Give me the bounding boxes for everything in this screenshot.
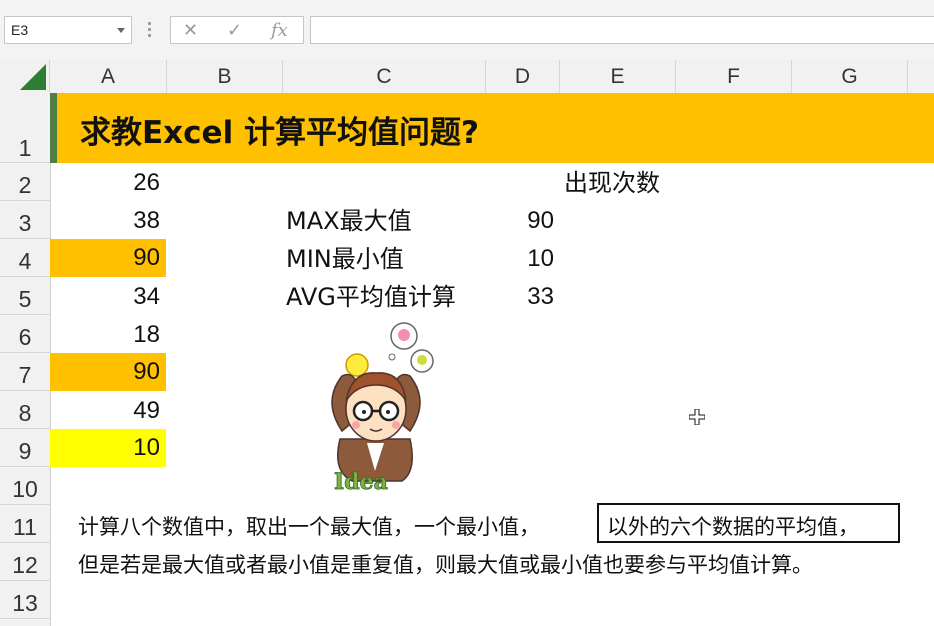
cell-a2[interactable]: 26 [50, 165, 166, 201]
cell-c5[interactable]: AVG平均值计算 [286, 279, 456, 315]
select-all-button[interactable] [0, 60, 50, 93]
title-accent-bar [50, 93, 57, 163]
row-header-2[interactable]: 2 [0, 163, 50, 201]
column-header-f[interactable]: F [676, 60, 792, 93]
cell-a12-note[interactable]: 但是若是最大值或者最小值是重复值，则最大值或最小值也要参与平均值计算。 [78, 549, 813, 579]
column-header-e[interactable]: E [560, 60, 676, 93]
cell-a9[interactable]: 10 [50, 429, 166, 467]
row-header-3[interactable]: 3 [0, 201, 50, 239]
idea-word: Idea [334, 469, 388, 495]
cell-a6[interactable]: 18 [50, 317, 166, 353]
name-box-value: E3 [11, 22, 29, 38]
thinking-person-icon: Idea [331, 322, 434, 495]
select-all-icon [20, 64, 46, 90]
formula-buttons: ✕ ✓ fx [170, 16, 304, 44]
insert-function-icon[interactable]: fx [271, 20, 288, 41]
column-header-a[interactable]: A [50, 60, 167, 93]
enter-icon[interactable]: ✓ [227, 20, 242, 41]
row-header-4[interactable]: 4 [0, 239, 50, 277]
formula-bar: E3 ✕ ✓ fx [0, 0, 934, 61]
row-header-6[interactable]: 6 [0, 315, 50, 353]
idea-cartoon-image[interactable]: Idea [312, 321, 442, 496]
sheet-title: 求教Excel 计算平均值问题? [80, 115, 479, 151]
row-header-10[interactable]: 10 [0, 467, 50, 505]
row-header-5[interactable]: 5 [0, 277, 50, 315]
column-header-b[interactable]: B [167, 60, 283, 93]
chevron-down-icon[interactable] [117, 28, 125, 33]
drag-handle-icon[interactable] [148, 20, 152, 40]
cell-c4[interactable]: MIN最小值 [286, 241, 404, 277]
cell-a3[interactable]: 38 [50, 203, 166, 239]
formula-input[interactable] [310, 16, 934, 44]
cell-a11-note[interactable]: 计算八个数值中，取出一个最大值，一个最小值， [78, 511, 540, 541]
column-header-d[interactable]: D [486, 60, 560, 93]
bordered-note-box[interactable]: 以外的六个数据的平均值， [597, 503, 900, 543]
bordered-note-text: 以外的六个数据的平均值， [607, 515, 859, 539]
cell-a7[interactable]: 90 [50, 353, 166, 391]
row-header-7[interactable]: 7 [0, 353, 50, 391]
cell-c3[interactable]: MAX最大值 [286, 203, 412, 239]
column-headers: A B C D E F G [0, 60, 934, 94]
cell-a8[interactable]: 49 [50, 393, 166, 429]
cancel-icon[interactable]: ✕ [183, 20, 198, 41]
cell-a4[interactable]: 90 [50, 239, 166, 277]
row-headers: 1 2 3 4 5 6 7 8 9 10 11 12 13 [0, 93, 51, 626]
row-header-9[interactable]: 9 [0, 429, 50, 467]
cell-a5[interactable]: 34 [50, 279, 166, 315]
cell-d4[interactable]: 10 [486, 241, 560, 277]
row-header-12[interactable]: 12 [0, 543, 50, 581]
row-header-13[interactable]: 13 [0, 581, 50, 619]
cell-d5[interactable]: 33 [486, 279, 560, 315]
cursor-crosshair-icon [688, 408, 706, 429]
column-header-g[interactable]: G [792, 60, 908, 93]
cell-d3[interactable]: 90 [486, 203, 560, 239]
row-header-8[interactable]: 8 [0, 391, 50, 429]
row-header-11[interactable]: 11 [0, 505, 50, 543]
column-header-c[interactable]: C [283, 60, 486, 93]
name-box[interactable]: E3 [4, 16, 132, 44]
row-header-1[interactable]: 1 [0, 93, 50, 163]
cell-e2[interactable]: 出现次数 [564, 165, 660, 201]
title-banner[interactable]: 求教Excel 计算平均值问题? [50, 93, 934, 163]
worksheet-grid[interactable]: 求教Excel 计算平均值问题? 26 38 90 34 18 90 49 10… [50, 93, 934, 626]
